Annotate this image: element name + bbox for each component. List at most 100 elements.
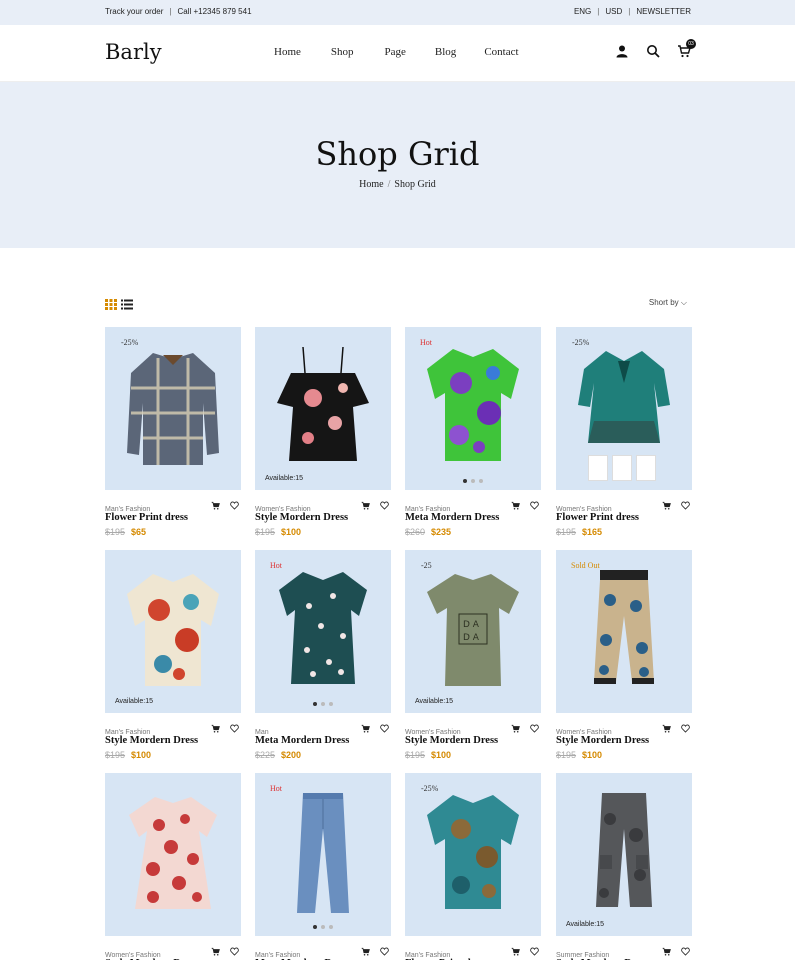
heart-icon[interactable]	[380, 720, 389, 733]
heart-icon[interactable]	[681, 720, 690, 733]
heart-icon[interactable]	[380, 497, 389, 510]
product-image[interactable]: -25%	[105, 327, 241, 490]
add-to-cart-icon[interactable]	[361, 497, 370, 510]
logo[interactable]: Barly	[105, 40, 162, 64]
product-name[interactable]: Style Mordern Dress	[255, 512, 391, 523]
add-to-cart-icon[interactable]	[211, 720, 220, 733]
nav-shop[interactable]: Shop	[331, 46, 354, 58]
product-name[interactable]: Flower Print dress	[105, 512, 241, 523]
product-image[interactable]: Hot	[255, 550, 391, 713]
product-card[interactable]: Available:15 Women's Fashion Style Morde…	[255, 327, 391, 537]
heart-icon[interactable]	[530, 497, 539, 510]
heart-icon[interactable]	[681, 943, 690, 956]
product-category[interactable]: Man's Fashion	[105, 729, 150, 736]
add-to-cart-icon[interactable]	[662, 497, 671, 510]
language-select[interactable]: ENG	[574, 7, 591, 16]
add-to-cart-icon[interactable]	[211, 497, 220, 510]
heart-icon[interactable]	[380, 943, 389, 956]
chevron-down-icon: ⌵	[680, 298, 687, 307]
product-image[interactable]	[105, 773, 241, 936]
newsletter-link[interactable]: NEWSLETTER	[636, 7, 691, 16]
product-category[interactable]: Women's Fashion	[255, 506, 311, 513]
product-category[interactable]: Women's Fashion	[105, 952, 161, 959]
product-card[interactable]: Sold Out Women's Fashion Style Mordern D…	[556, 550, 692, 760]
product-image[interactable]: -25%	[405, 773, 541, 936]
product-category[interactable]: Man's Fashion	[405, 952, 450, 959]
add-to-cart-icon[interactable]	[662, 943, 671, 956]
header-icons: 03	[615, 39, 696, 58]
product-card[interactable]: Hot Man Meta Mordern Dress $225 $200	[255, 550, 391, 760]
heart-icon[interactable]	[230, 943, 239, 956]
product-card[interactable]: -25% Man's Fashion Flower Print dress $1…	[105, 327, 241, 537]
product-card[interactable]: Available:15 Summer Fashion Style Morder…	[556, 773, 692, 960]
product-card[interactable]: Hot Man's Fashion Meta Mordern Dress	[255, 773, 391, 960]
product-name[interactable]: Meta Mordern Dress	[405, 512, 541, 523]
product-category[interactable]: Women's Fashion	[405, 729, 461, 736]
product-image[interactable]: Sold Out	[556, 550, 692, 713]
product-price: $260 $235	[405, 527, 541, 537]
product-card[interactable]: Women's Fashion Style Mordern Dress	[105, 773, 241, 960]
add-to-cart-icon[interactable]	[511, 497, 520, 510]
search-icon[interactable]	[646, 44, 660, 58]
product-name[interactable]: Flower Print dress	[556, 512, 692, 523]
product-image[interactable]: -25%	[556, 327, 692, 490]
product-image[interactable]: Hot	[405, 327, 541, 490]
product-category[interactable]: Man's Fashion	[255, 952, 300, 959]
product-image[interactable]: Available:15	[255, 327, 391, 490]
product-name[interactable]: Style Mordern Dress	[405, 735, 541, 746]
current-price: $100	[431, 750, 452, 760]
add-to-cart-icon[interactable]	[511, 943, 520, 956]
heart-icon[interactable]	[230, 720, 239, 733]
product-category[interactable]: Man's Fashion	[105, 506, 150, 513]
variant-thumbnails[interactable]	[588, 455, 656, 481]
add-to-cart-icon[interactable]	[211, 943, 220, 956]
sort-by-dropdown[interactable]: Short by ⌵	[649, 298, 687, 308]
image-carousel-dots[interactable]	[313, 702, 333, 706]
product-price: $195 $100	[105, 750, 241, 760]
old-price: $195	[405, 750, 426, 760]
product-image[interactable]: Hot	[255, 773, 391, 936]
old-price: $225	[255, 750, 276, 760]
product-meta: Man's Fashion	[105, 497, 241, 513]
heart-icon[interactable]	[681, 497, 690, 510]
image-carousel-dots[interactable]	[313, 925, 333, 929]
product-name[interactable]: Style Mordern Dress	[556, 735, 692, 746]
product-image[interactable]: Available:15	[105, 550, 241, 713]
breadcrumb-home[interactable]: Home	[359, 179, 383, 190]
add-to-cart-icon[interactable]	[361, 720, 370, 733]
product-card[interactable]: Available:15 Man's Fashion Style Mordern…	[105, 550, 241, 760]
product-badge: Hot	[270, 561, 282, 570]
product-name[interactable]: Meta Mordern Dress	[255, 735, 391, 746]
product-card[interactable]: -25% Man's Fashion Flower Print dress	[405, 773, 541, 960]
product-category[interactable]: Man's Fashion	[405, 506, 450, 513]
product-name[interactable]: Style Mordern Dress	[105, 735, 241, 746]
user-icon[interactable]	[615, 44, 629, 58]
add-to-cart-icon[interactable]	[361, 943, 370, 956]
product-category[interactable]: Women's Fashion	[556, 729, 612, 736]
product-category[interactable]: Women's Fashion	[556, 506, 612, 513]
product-actions	[211, 720, 239, 733]
nav-contact[interactable]: Contact	[484, 46, 518, 58]
product-category[interactable]: Summer Fashion	[556, 952, 609, 959]
add-to-cart-icon[interactable]	[662, 720, 671, 733]
heart-icon[interactable]	[530, 720, 539, 733]
list-view-icon[interactable]	[121, 297, 133, 310]
nav-home[interactable]: Home	[274, 46, 301, 58]
call-link[interactable]: Call +12345 879 541	[177, 7, 251, 16]
grid-view-icon[interactable]	[105, 297, 117, 310]
product-image[interactable]: D A D A -25 Available:15	[405, 550, 541, 713]
product-card[interactable]: -25% Women's Fashion Flower Print dress …	[556, 327, 692, 537]
add-to-cart-icon[interactable]	[511, 720, 520, 733]
heart-icon[interactable]	[230, 497, 239, 510]
nav-blog[interactable]: Blog	[435, 46, 456, 58]
product-category[interactable]: Man	[255, 729, 269, 736]
nav-page[interactable]: Page	[385, 46, 406, 58]
heart-icon[interactable]	[530, 943, 539, 956]
cart-icon[interactable]: 03	[677, 39, 696, 58]
track-order-link[interactable]: Track your order	[105, 7, 163, 16]
product-card[interactable]: D A D A -25 Available:15 Women's Fashion S…	[405, 550, 541, 760]
product-image[interactable]: Available:15	[556, 773, 692, 936]
image-carousel-dots[interactable]	[463, 479, 483, 483]
product-card[interactable]: Hot Man's Fashion Meta Mordern Dress $26…	[405, 327, 541, 537]
currency-select[interactable]: USD	[605, 7, 622, 16]
